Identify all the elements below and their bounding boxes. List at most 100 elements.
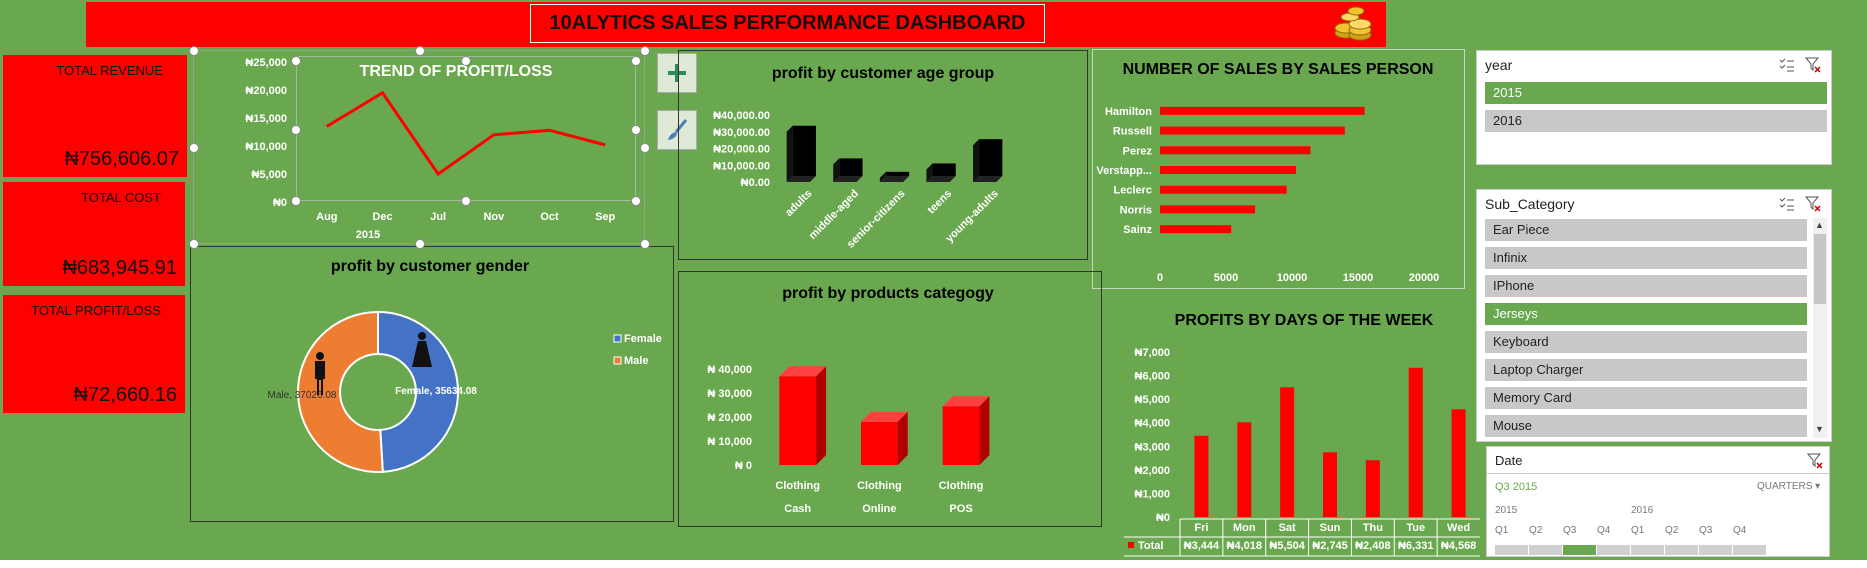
- kpi-total-revenue[interactable]: TOTAL REVENUE ₦756,606.07: [2, 54, 188, 178]
- timeline-period-cell[interactable]: [1597, 545, 1630, 555]
- plot-handle[interactable]: [291, 125, 301, 135]
- y-tick-label: ₦1,000: [1135, 488, 1170, 500]
- timeline-period-cell[interactable]: [1495, 545, 1528, 555]
- granularity-dropdown[interactable]: QUARTERS ▾: [1757, 481, 1820, 492]
- resize-handle[interactable]: [640, 46, 650, 56]
- y-tick-label: Leclerc: [1113, 185, 1152, 197]
- resize-handle[interactable]: [189, 143, 199, 153]
- dashboard-title[interactable]: 10ALYTICS SALES PERFORMANCE DASHBOARD: [530, 4, 1045, 43]
- plot-handle[interactable]: [291, 196, 301, 206]
- year-item-2015[interactable]: 2015: [1485, 82, 1827, 104]
- kpi-revenue-label: TOTAL REVENUE: [56, 63, 163, 78]
- multi-select-icon[interactable]: [1779, 196, 1795, 212]
- plot-handle[interactable]: [631, 196, 641, 206]
- resize-handle[interactable]: [415, 239, 425, 249]
- timeline-quarter-label[interactable]: Q4: [1733, 525, 1746, 536]
- year-slicer[interactable]: year 2015 2016: [1476, 50, 1832, 165]
- sub-category-item[interactable]: Jerseys: [1485, 303, 1807, 325]
- sub-category-item[interactable]: Infinix: [1485, 247, 1807, 269]
- y-tick-label: ₦30,000.00: [713, 127, 770, 139]
- timeline-quarter-label[interactable]: Q1: [1631, 525, 1644, 536]
- timeline-quarter-label[interactable]: Q3: [1563, 525, 1576, 536]
- timeline-period-cell[interactable]: [1665, 545, 1698, 555]
- timeline-period-cell[interactable]: [1699, 545, 1732, 555]
- timeline-period-cell[interactable]: [1529, 545, 1562, 555]
- legend-swatch: [613, 356, 622, 365]
- salesperson-bar: [1160, 166, 1296, 174]
- sub-category-item[interactable]: IPhone: [1485, 275, 1807, 297]
- kpi-profit-label: TOTAL PROFIT/LOSS: [31, 303, 161, 318]
- sub-category-item[interactable]: Memory Card: [1485, 387, 1807, 409]
- timeline-quarter-label[interactable]: Q2: [1665, 525, 1678, 536]
- legend-label: Female: [624, 333, 662, 345]
- salesperson-chart[interactable]: NUMBER OF SALES BY SALES PERSON Hamilton R…: [1092, 49, 1465, 289]
- bar-side: [816, 366, 827, 465]
- table-value: ₦2,745: [1312, 540, 1347, 552]
- y-tick-label: ₦25,000: [245, 57, 287, 69]
- timeline-period-cell[interactable]: [1631, 545, 1664, 555]
- products-chart[interactable]: profit by products categogy ₦ 0 ₦ 10,000 ₦ …: [678, 271, 1102, 527]
- timeline-bar[interactable]: [1495, 545, 1767, 555]
- timeline-quarters[interactable]: Q1 Q2 Q3 Q4 Q1 Q2 Q3 Q4: [1495, 525, 1767, 541]
- timeline-period-cell[interactable]: [1733, 545, 1766, 555]
- days-chart[interactable]: PROFITS BY DAYS OF THE WEEK ₦0 ₦1,000 ₦2,00…: [1104, 298, 1484, 560]
- y-tick-label: Norris: [1120, 204, 1152, 216]
- bar-side: [979, 396, 990, 465]
- gold-coins-icon: [1334, 6, 1372, 41]
- year-item-2016[interactable]: 2016: [1485, 110, 1827, 132]
- date-timeline-slicer[interactable]: Date Q3 2015 QUARTERS ▾ 2015 2016 Q1 Q2 Q3…: [1486, 446, 1830, 557]
- resize-handle[interactable]: [189, 239, 199, 249]
- clear-filter-icon[interactable]: [1807, 453, 1823, 469]
- age-bar: [979, 139, 1003, 176]
- female-head: [418, 332, 426, 340]
- y-tick-label: ₦7,000: [1135, 347, 1170, 359]
- scroll-up-icon[interactable]: ▲: [1815, 220, 1824, 230]
- clear-filter-icon[interactable]: [1805, 57, 1821, 73]
- product-bar: [861, 421, 898, 465]
- scroll-down-icon[interactable]: ▼: [1815, 424, 1824, 434]
- timeline-quarter-label[interactable]: Q1: [1495, 525, 1508, 536]
- resize-handle[interactable]: [415, 46, 425, 56]
- plot-handle[interactable]: [291, 56, 301, 66]
- sub-category-item[interactable]: Ear Piece: [1485, 219, 1807, 241]
- day-bar: [1365, 460, 1380, 517]
- kpi-cost-label: TOTAL COST: [81, 190, 161, 205]
- resize-handle[interactable]: [640, 239, 650, 249]
- slicer-scrollbar[interactable]: ▲ ▼: [1813, 218, 1827, 438]
- table-value: ₦5,504: [1269, 540, 1305, 552]
- x-tick-label: 20000: [1409, 272, 1440, 284]
- table-value: ₦4,018: [1227, 540, 1262, 552]
- kpi-total-cost[interactable]: TOTAL COST ₦683,945.91: [2, 181, 186, 287]
- multi-select-icon[interactable]: [1779, 57, 1795, 73]
- plot-handle[interactable]: [631, 125, 641, 135]
- chart-title: profit by customer age group: [772, 65, 994, 82]
- y-tick-label: ₦20,000: [245, 85, 287, 97]
- gender-chart[interactable]: profit by customer gender Female, 35634.0…: [190, 246, 674, 522]
- x-tick-label: Clothing: [775, 480, 820, 492]
- plot-handle[interactable]: [461, 196, 471, 206]
- sub-category-item[interactable]: Keyboard: [1485, 331, 1807, 353]
- kpi-total-profit[interactable]: TOTAL PROFIT/LOSS ₦72,660.16: [2, 294, 186, 414]
- timeline-quarter-label[interactable]: Q2: [1529, 525, 1542, 536]
- sub-category-item[interactable]: Mouse: [1485, 415, 1807, 437]
- timeline-period-cell[interactable]: [1563, 545, 1596, 555]
- bar-side: [973, 139, 980, 182]
- x-tick-label: Jul: [430, 211, 446, 223]
- y-tick-label: ₦3,000: [1135, 441, 1170, 453]
- scrollbar-thumb[interactable]: [1814, 234, 1826, 304]
- divider: [1487, 473, 1829, 474]
- clear-filter-icon[interactable]: [1805, 196, 1821, 212]
- age-group-chart[interactable]: profit by customer age group ₦0.00 ₦10,000…: [678, 50, 1088, 260]
- x-tick-label: Aug: [316, 211, 337, 223]
- age-bar: [885, 171, 910, 176]
- resize-handle[interactable]: [640, 143, 650, 153]
- y-tick-label: ₦ 0: [735, 460, 752, 472]
- bar-side: [786, 125, 793, 182]
- sub-category-item[interactable]: Laptop Charger: [1485, 359, 1807, 381]
- plot-handle[interactable]: [631, 56, 641, 66]
- timeline-quarter-label[interactable]: Q3: [1699, 525, 1712, 536]
- resize-handle[interactable]: [189, 46, 199, 56]
- timeline-quarter-label[interactable]: Q4: [1597, 525, 1610, 536]
- plot-handle[interactable]: [461, 56, 471, 66]
- sub-category-slicer[interactable]: Sub_Category Ear Piece Infinix IPhone Je…: [1476, 189, 1832, 442]
